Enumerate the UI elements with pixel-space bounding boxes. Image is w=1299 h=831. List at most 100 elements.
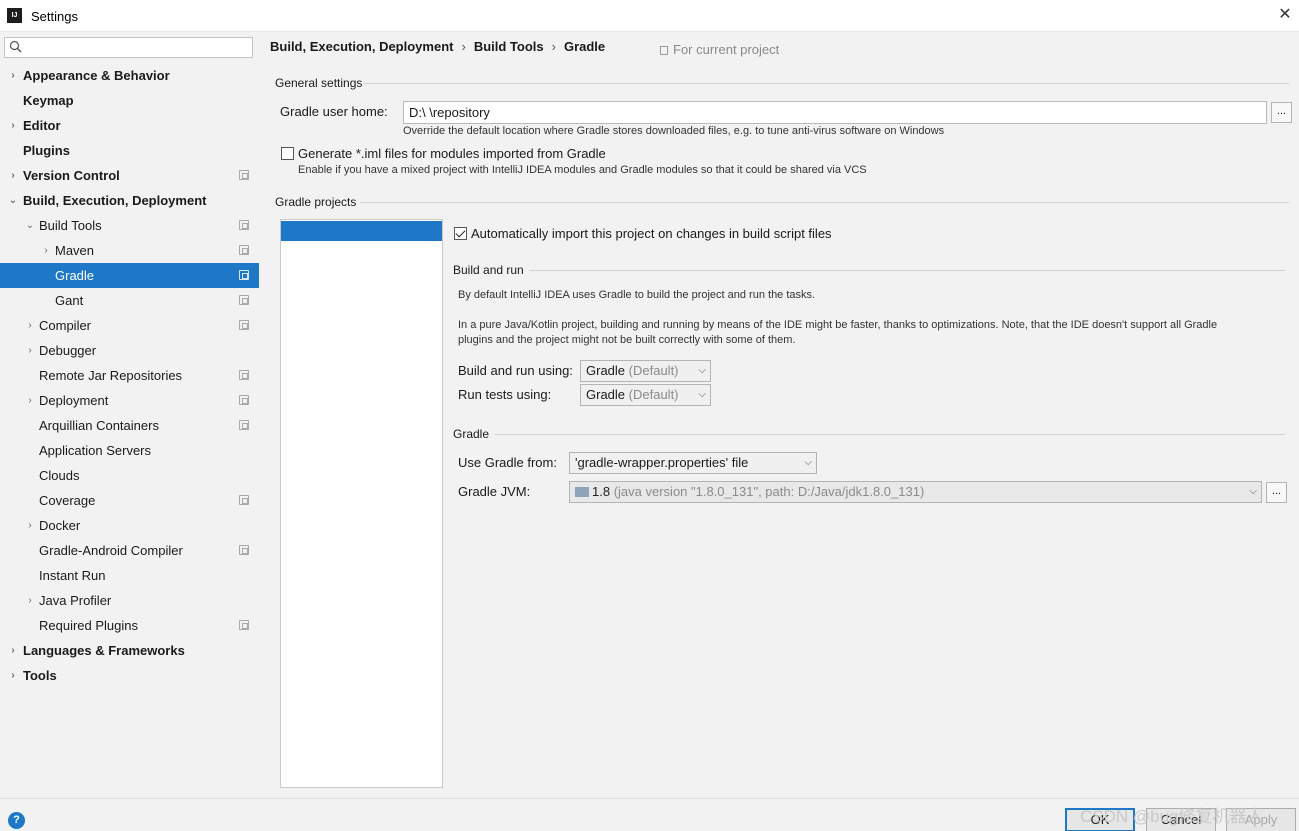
breadcrumb-separator: › [461, 39, 466, 54]
project-scope-icon [239, 545, 249, 555]
sidebar-item-compiler[interactable]: › Compiler [0, 313, 259, 338]
intellij-app-icon: IJ [7, 8, 22, 23]
chevron-right-icon: › [44, 245, 48, 256]
gradle-title: Gradle [453, 427, 490, 441]
sidebar-item-docker[interactable]: › Docker [0, 513, 259, 538]
folder-icon [575, 487, 589, 497]
sidebar-item-tools[interactable]: › Tools [0, 663, 259, 688]
run-tests-using-label: Run tests using: [458, 387, 552, 402]
csdn-watermark: CSDN @bug修复机器人 [1080, 807, 1264, 826]
chevron-right-icon: › [28, 520, 32, 531]
close-icon[interactable]: ✕ [1276, 6, 1294, 24]
sidebar-item-clouds[interactable]: Clouds [0, 463, 259, 488]
breadcrumb-build-execution-deployment[interactable]: Build, Execution, Deployment [270, 39, 453, 54]
chevron-right-icon: › [11, 645, 15, 656]
settings-sidebar: › Appearance & Behavior Keymap › Editor … [0, 32, 259, 798]
auto-import-label: Automatically import this project on cha… [471, 226, 832, 241]
project-scope-icon [239, 420, 249, 430]
chevron-right-icon: › [28, 395, 32, 406]
settings-search-input[interactable] [4, 37, 253, 58]
build-run-using-label: Build and run using: [458, 363, 573, 378]
sidebar-item-instant-run[interactable]: Instant Run [0, 563, 259, 588]
generate-iml-label: Generate *.iml files for modules importe… [298, 146, 606, 161]
sidebar-item-required-plugins[interactable]: Required Plugins [0, 613, 259, 638]
sidebar-item-editor[interactable]: › Editor [0, 113, 259, 138]
chevron-right-icon: › [28, 320, 32, 331]
chevron-down-icon: ⌄ [8, 195, 18, 206]
build-run-note: plugins and the project might not be bui… [458, 334, 796, 346]
project-scope-icon [239, 395, 249, 405]
build-run-note: In a pure Java/Kotlin project, building … [458, 319, 1218, 331]
chevron-right-icon: › [11, 170, 15, 181]
project-scope-icon [239, 620, 249, 630]
sidebar-item-keymap[interactable]: Keymap [0, 88, 259, 113]
general-settings-title: General settings [275, 76, 363, 90]
divider [363, 83, 1289, 84]
gradle-user-home-note: Override the default location where Grad… [403, 125, 945, 137]
generate-iml-note: Enable if you have a mixed project with … [298, 164, 867, 176]
sidebar-item-version-control[interactable]: › Version Control [0, 163, 259, 188]
gradle-user-home-field[interactable]: D:\ \repository [403, 101, 1267, 124]
chevron-down-icon: ⌵ [698, 389, 706, 400]
sidebar-item-application-servers[interactable]: Application Servers [0, 438, 259, 463]
search-icon [9, 40, 22, 53]
project-scope-icon [239, 320, 249, 330]
chevron-right-icon: › [28, 345, 32, 356]
gradle-projects-list[interactable] [280, 219, 443, 788]
scope-label: For current project [660, 42, 779, 57]
sidebar-item-maven[interactable]: › Maven [0, 238, 259, 263]
divider [495, 434, 1285, 435]
use-gradle-from-label: Use Gradle from: [458, 455, 557, 470]
sidebar-item-gradle-android-compiler[interactable]: Gradle-Android Compiler [0, 538, 259, 563]
sidebar-item-plugins[interactable]: Plugins [0, 138, 259, 163]
divider [529, 270, 1285, 271]
build-run-note: By default IntelliJ IDEA uses Gradle to … [458, 289, 816, 301]
sidebar-item-arquillian-containers[interactable]: Arquillian Containers [0, 413, 259, 438]
title-bar: IJ Settings ✕ [0, 0, 1299, 32]
use-gradle-from-select[interactable]: 'gradle-wrapper.properties' file ⌵ [569, 452, 817, 474]
project-list-item[interactable] [281, 221, 442, 241]
breadcrumb: Build, Execution, Deployment › Build Tools… [270, 39, 605, 54]
breadcrumb-separator: › [551, 39, 556, 54]
sidebar-item-debugger[interactable]: › Debugger [0, 338, 259, 363]
sidebar-item-gant[interactable]: Gant [0, 288, 259, 313]
sidebar-item-remote-jar-repositories[interactable]: Remote Jar Repositories [0, 363, 259, 388]
project-scope-icon [239, 170, 249, 180]
project-scope-icon [239, 270, 249, 280]
sidebar-item-coverage[interactable]: Coverage [0, 488, 259, 513]
gradle-settings-panel: Build, Execution, Deployment › Build Tools… [259, 32, 1299, 798]
chevron-right-icon: › [11, 670, 15, 681]
dialog-footer: ? OK Cancel Apply CSDN @bug修复机器人 [0, 798, 1299, 831]
breadcrumb-gradle: Gradle [563, 39, 606, 54]
run-tests-using-select[interactable]: Gradle (Default) ⌵ [580, 384, 711, 406]
help-icon[interactable]: ? [8, 812, 25, 829]
project-scope-icon [239, 295, 249, 305]
gradle-user-home-label: Gradle user home: [280, 104, 388, 119]
browse-button[interactable]: ... [1271, 102, 1292, 123]
gradle-jvm-label: Gradle JVM: [458, 484, 531, 499]
chevron-right-icon: › [11, 120, 15, 131]
chevron-down-icon: ⌄ [25, 220, 35, 231]
chevron-down-icon: ⌵ [698, 365, 706, 376]
window-title: Settings [31, 9, 78, 24]
auto-import-checkbox[interactable] [454, 227, 467, 240]
chevron-right-icon: › [11, 70, 15, 81]
gradle-projects-title: Gradle projects [275, 195, 357, 209]
project-scope-icon [239, 220, 249, 230]
chevron-right-icon: › [28, 595, 32, 606]
sidebar-item-languages-frameworks[interactable]: › Languages & Frameworks [0, 638, 259, 663]
build-run-using-select[interactable]: Gradle (Default) ⌵ [580, 360, 711, 382]
sidebar-item-build-tools[interactable]: ⌄ Build Tools [0, 213, 259, 238]
project-scope-icon [239, 495, 249, 505]
sidebar-item-deployment[interactable]: › Deployment [0, 388, 259, 413]
chevron-down-icon: ⌵ [804, 457, 812, 468]
breadcrumb-build-tools[interactable]: Build Tools [474, 39, 544, 54]
gradle-jvm-select[interactable]: 1.8 (java version "1.8.0_131", path: D:/… [569, 481, 1262, 503]
sidebar-item-java-profiler[interactable]: › Java Profiler [0, 588, 259, 613]
build-and-run-title: Build and run [453, 263, 524, 277]
sidebar-item-gradle[interactable]: Gradle [0, 263, 259, 288]
jvm-browse-button[interactable]: ... [1266, 482, 1287, 503]
generate-iml-checkbox[interactable] [281, 147, 294, 160]
sidebar-item-appearance-behavior[interactable]: › Appearance & Behavior [0, 63, 259, 88]
sidebar-item-build-execution-deployment[interactable]: ⌄ Build, Execution, Deployment [0, 188, 259, 213]
